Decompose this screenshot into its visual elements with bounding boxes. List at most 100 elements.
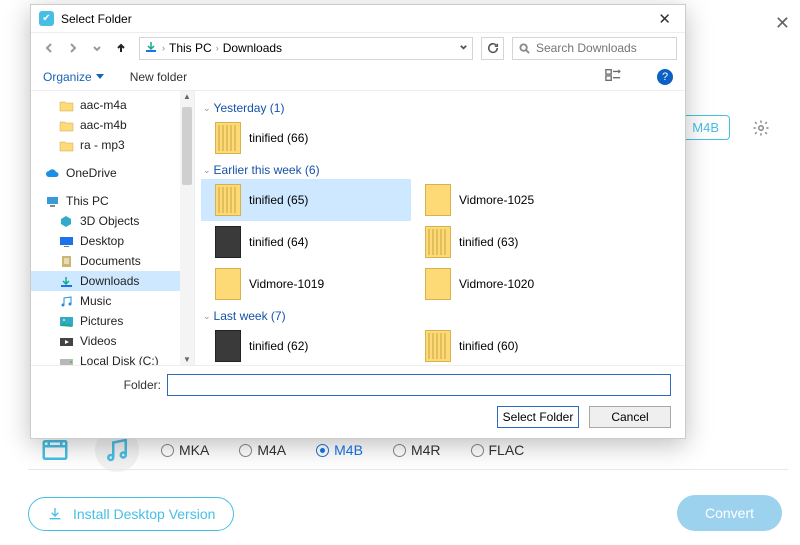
- group-header[interactable]: ⌄Yesterday (1): [203, 101, 675, 115]
- tree-node[interactable]: aac-m4a: [31, 95, 194, 115]
- folder-input-label: Folder:: [45, 378, 161, 392]
- folder-label: tinified (62): [249, 339, 308, 353]
- folder-item[interactable]: Vidmore-1025: [411, 179, 621, 221]
- chevron-down-icon: ⌄: [203, 165, 211, 176]
- back-button[interactable]: [39, 38, 59, 58]
- tree-node[interactable]: Pictures: [31, 311, 194, 331]
- folder-label: Vidmore-1020: [459, 277, 534, 291]
- up-button[interactable]: [111, 38, 131, 58]
- folder-icon: [59, 119, 74, 132]
- folder-label: Vidmore-1025: [459, 193, 534, 207]
- folder-name-input[interactable]: [167, 374, 671, 396]
- select-folder-dialog: ✔ Select Folder ✕ › This PC › Downloads …: [30, 4, 686, 439]
- music-icon: [59, 295, 74, 308]
- format-radio-m4a[interactable]: M4A: [239, 442, 286, 458]
- view-options-button[interactable]: [605, 68, 621, 85]
- folder-item[interactable]: tinified (66): [201, 117, 411, 159]
- folder-item[interactable]: Vidmore-1020: [411, 263, 621, 305]
- folder-item[interactable]: tinified (63): [411, 221, 621, 263]
- folder-icon: [215, 268, 241, 300]
- tree-node[interactable]: This PC: [31, 191, 194, 211]
- folder-label: tinified (60): [459, 339, 518, 353]
- docs-icon: [59, 255, 74, 268]
- search-icon: [519, 43, 530, 54]
- format-radio-m4r[interactable]: M4R: [393, 442, 441, 458]
- tree-label: This PC: [66, 194, 109, 208]
- tree-label: Local Disk (C:): [80, 354, 159, 365]
- recent-dropdown[interactable]: [87, 38, 107, 58]
- install-desktop-button[interactable]: Install Desktop Version: [28, 497, 234, 531]
- tree-label: Documents: [80, 254, 141, 268]
- tree-node[interactable]: Videos: [31, 331, 194, 351]
- app-close-icon[interactable]: ✕: [775, 13, 790, 34]
- address-bar[interactable]: › This PC › Downloads: [139, 37, 473, 60]
- download-icon: [47, 506, 63, 522]
- folder-content[interactable]: ⌄Yesterday (1)tinified (66)⌄Earlier this…: [195, 91, 685, 365]
- folder-label: tinified (64): [249, 235, 308, 249]
- tree-label: Music: [80, 294, 111, 308]
- tree-label: aac-m4a: [80, 98, 127, 112]
- nav-row: › This PC › Downloads: [31, 33, 685, 63]
- group-title: Yesterday (1): [214, 101, 285, 115]
- format-pill[interactable]: M4B: [681, 115, 730, 140]
- group-header[interactable]: ⌄Earlier this week (6): [203, 163, 675, 177]
- new-folder-button[interactable]: New folder: [130, 70, 187, 84]
- close-icon[interactable]: ✕: [652, 8, 677, 30]
- tree-node[interactable]: Music: [31, 291, 194, 311]
- tree-label: ra - mp3: [80, 138, 125, 152]
- pictures-icon: [59, 315, 74, 328]
- group-header[interactable]: ⌄Last week (7): [203, 309, 675, 323]
- format-radio-m4b[interactable]: M4B: [316, 442, 363, 458]
- tree-node[interactable]: Desktop: [31, 231, 194, 251]
- tree-node[interactable]: Documents: [31, 251, 194, 271]
- titlebar: ✔ Select Folder ✕: [31, 5, 685, 33]
- search-box[interactable]: [512, 37, 677, 60]
- desktop-icon: [59, 235, 74, 248]
- folder-icon: [59, 99, 74, 112]
- select-folder-button[interactable]: Select Folder: [497, 406, 579, 428]
- organize-menu[interactable]: Organize: [43, 70, 104, 84]
- tree-label: aac-m4b: [80, 118, 127, 132]
- tree-node[interactable]: OneDrive: [31, 163, 194, 183]
- format-radio-mka[interactable]: MKA: [161, 442, 209, 458]
- tree-label: Desktop: [80, 234, 124, 248]
- folder-icon: [425, 268, 451, 300]
- tree-label: Pictures: [80, 314, 123, 328]
- cancel-button[interactable]: Cancel: [589, 406, 671, 428]
- folder-item[interactable]: tinified (62): [201, 325, 411, 365]
- folder-item[interactable]: tinified (60): [411, 325, 621, 365]
- breadcrumb-part[interactable]: Downloads: [223, 41, 282, 55]
- help-button[interactable]: ?: [657, 69, 673, 85]
- folder-item[interactable]: Vidmore-1019: [201, 263, 411, 305]
- gear-icon[interactable]: [752, 119, 770, 140]
- folder-icon: [215, 226, 241, 258]
- tree-label: 3D Objects: [80, 214, 139, 228]
- nav-tree[interactable]: aac-m4a aac-m4b ra - mp3 OneDrive This PC 3D …: [31, 91, 195, 365]
- tree-label: Downloads: [80, 274, 139, 288]
- folder-icon: [59, 139, 74, 152]
- search-input[interactable]: [536, 41, 670, 55]
- chevron-down-icon[interactable]: [459, 41, 468, 55]
- breadcrumb-part[interactable]: This PC: [169, 41, 212, 55]
- folder-label: tinified (65): [249, 193, 308, 207]
- folder-item[interactable]: tinified (64): [201, 221, 411, 263]
- refresh-button[interactable]: [481, 37, 504, 60]
- scrollbar-thumb[interactable]: [182, 107, 192, 185]
- convert-button[interactable]: Convert: [677, 495, 782, 531]
- tree-scrollbar[interactable]: ▲ ▼: [180, 91, 194, 365]
- chevron-down-icon: [96, 74, 104, 79]
- tree-node[interactable]: aac-m4b: [31, 115, 194, 135]
- chevron-right-icon: ›: [162, 43, 165, 53]
- install-label: Install Desktop Version: [73, 506, 215, 522]
- divider: [28, 469, 788, 470]
- tree-node[interactable]: ra - mp3: [31, 135, 194, 155]
- folder-icon: [425, 226, 451, 258]
- folder-icon: [425, 184, 451, 216]
- tree-node[interactable]: Downloads: [31, 271, 194, 291]
- folder-item[interactable]: tinified (65): [201, 179, 411, 221]
- downloads-icon: [144, 40, 158, 57]
- tree-node[interactable]: Local Disk (C:): [31, 351, 194, 365]
- format-radio-flac[interactable]: FLAC: [471, 442, 525, 458]
- folder-icon: [215, 122, 241, 154]
- tree-node[interactable]: 3D Objects: [31, 211, 194, 231]
